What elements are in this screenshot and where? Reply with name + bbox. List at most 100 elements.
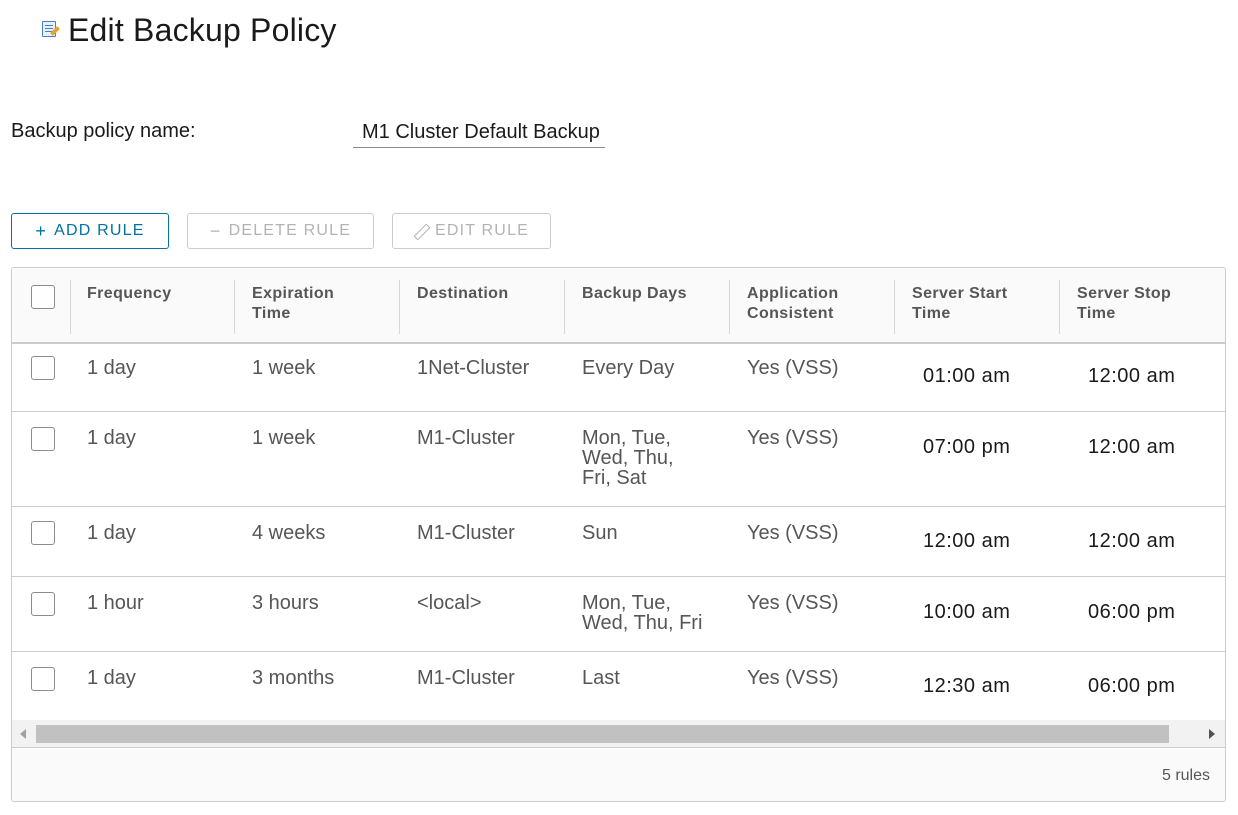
backup-days-line: Fri, Sat [582, 467, 647, 489]
cell-app-consistent: Yes (VSS) [747, 522, 839, 544]
row-checkbox[interactable] [31, 356, 55, 380]
cell-app-consistent: Yes (VSS) [747, 667, 839, 689]
cell-destination: M1-Cluster [417, 522, 515, 544]
header-app-line2: Consistent [747, 305, 834, 322]
cell-app-consistent: Yes (VSS) [747, 592, 839, 614]
delete-rule-label: DELETE RULE [228, 222, 352, 239]
cell-backup-days: Sun [582, 523, 618, 543]
backup-days-line: Mon, Tue, [582, 427, 671, 449]
cell-frequency: 1 day [87, 427, 136, 449]
cell-destination: M1-Cluster [417, 427, 515, 449]
add-rule-label: ADD RULE [54, 222, 145, 239]
cell-destination: M1-Cluster [417, 667, 515, 689]
header-frequency[interactable]: Frequency [87, 268, 172, 342]
cell-stop-time: 06:00 pm [1088, 601, 1176, 623]
column-separator [399, 280, 400, 334]
cell-destination: <local> [417, 592, 482, 614]
row-checkbox[interactable] [31, 667, 55, 691]
cell-expiration: 1 week [252, 357, 316, 379]
cell-stop-time: 06:00 pm [1088, 675, 1176, 697]
header-expiration-line2: Time [252, 305, 291, 322]
cell-destination: 1Net-Cluster [417, 357, 530, 379]
plus-icon: + [35, 221, 48, 241]
minus-icon: − [209, 221, 222, 241]
select-all-checkbox[interactable] [31, 285, 55, 309]
backup-days-line: Every Day [582, 357, 675, 379]
table-row[interactable]: 1 hour 3 hours <local> Mon, Tue, Wed, Th… [12, 577, 1225, 652]
policy-name-row: Backup policy name: [11, 118, 631, 150]
header-backup-days-label: Backup Days [582, 285, 687, 302]
cell-expiration: 3 hours [252, 592, 319, 614]
cell-frequency: 1 hour [87, 592, 144, 614]
cell-backup-days: Mon, Tue, Wed, Thu, Fri [582, 593, 702, 633]
edit-policy-icon [40, 19, 62, 43]
policy-name-label: Backup policy name: [11, 120, 196, 142]
column-separator [70, 280, 71, 334]
cell-frequency: 1 day [87, 357, 136, 379]
header-start-line1: Server Start [912, 285, 1008, 302]
header-destination-label: Destination [417, 285, 509, 302]
header-server-stop-time[interactable]: Server Stop Time [1077, 268, 1171, 342]
cell-start-time: 12:00 am [923, 530, 1011, 552]
table-row[interactable]: 1 day 3 months M1-Cluster Last Yes (VSS)… [12, 652, 1225, 720]
backup-days-line: Sun [582, 522, 618, 544]
cell-backup-days: Mon, Tue, Wed, Thu, Fri, Sat [582, 428, 674, 488]
cell-frequency: 1 day [87, 522, 136, 544]
column-separator [729, 280, 730, 334]
header-destination[interactable]: Destination [417, 268, 509, 342]
rule-count: 5 rules [1161, 767, 1210, 784]
header-expiration-time[interactable]: Expiration Time [252, 268, 334, 342]
add-rule-button[interactable]: + ADD RULE [11, 213, 169, 249]
cell-expiration: 3 months [252, 667, 335, 689]
cell-expiration: 4 weeks [252, 522, 326, 544]
column-separator [234, 280, 235, 334]
backup-days-line: Wed, Thu, [582, 447, 674, 469]
edit-rule-button[interactable]: EDIT RULE [392, 213, 551, 249]
header-stop-line1: Server Stop [1077, 285, 1172, 302]
column-separator [894, 280, 895, 334]
header-start-line2: Time [912, 305, 951, 322]
cell-frequency: 1 day [87, 667, 136, 689]
row-checkbox[interactable] [31, 427, 55, 451]
backup-days-line: Last [582, 667, 620, 689]
table-row[interactable]: 1 day 4 weeks M1-Cluster Sun Yes (VSS) 1… [12, 507, 1225, 577]
header-application-consistent[interactable]: Application Consistent [747, 268, 839, 342]
cell-backup-days: Every Day [582, 358, 674, 378]
scrollbar-thumb[interactable] [36, 725, 1169, 743]
scroll-left-icon[interactable] [20, 729, 26, 739]
cell-start-time: 07:00 pm [923, 436, 1011, 458]
rule-toolbar: + ADD RULE − DELETE RULE EDIT RULE [11, 213, 551, 249]
cell-stop-time: 12:00 am [1088, 436, 1176, 458]
page-title: Edit Backup Policy [68, 12, 337, 48]
rules-datagrid: Frequency Expiration Time Destination Ba… [11, 267, 1226, 802]
header-app-line1: Application [747, 285, 839, 302]
row-checkbox[interactable] [31, 521, 55, 545]
table-row[interactable]: 1 day 1 week M1-Cluster Mon, Tue, Wed, T… [12, 412, 1225, 507]
header-frequency-label: Frequency [87, 285, 172, 302]
cell-stop-time: 12:00 am [1088, 530, 1176, 552]
scroll-right-icon[interactable] [1209, 729, 1215, 739]
header-stop-line2: Time [1077, 305, 1116, 322]
row-checkbox[interactable] [31, 592, 55, 616]
cell-stop-time: 12:00 am [1088, 365, 1176, 387]
delete-rule-button[interactable]: − DELETE RULE [187, 213, 374, 249]
pencil-icon [414, 224, 428, 238]
cell-start-time: 01:00 am [923, 365, 1011, 387]
datagrid-footer: 5 rules [12, 749, 1225, 801]
header-expiration-line1: Expiration [252, 285, 335, 302]
edit-rule-label: EDIT RULE [434, 222, 530, 239]
cell-backup-days: Last [582, 668, 620, 688]
column-separator [1059, 280, 1060, 334]
cell-app-consistent: Yes (VSS) [747, 427, 839, 449]
cell-app-consistent: Yes (VSS) [747, 357, 839, 379]
cell-start-time: 12:30 am [923, 675, 1011, 697]
datagrid-header: Frequency Expiration Time Destination Ba… [12, 268, 1225, 344]
policy-name-input[interactable] [353, 118, 605, 148]
cell-start-time: 10:00 am [923, 601, 1011, 623]
title-bar: Edit Backup Policy [40, 12, 337, 49]
column-separator [564, 280, 565, 334]
horizontal-scrollbar[interactable] [12, 720, 1225, 748]
header-backup-days[interactable]: Backup Days [582, 268, 687, 342]
header-server-start-time[interactable]: Server Start Time [912, 268, 1008, 342]
table-row[interactable]: 1 day 1 week 1Net-Cluster Every Day Yes … [12, 344, 1225, 412]
